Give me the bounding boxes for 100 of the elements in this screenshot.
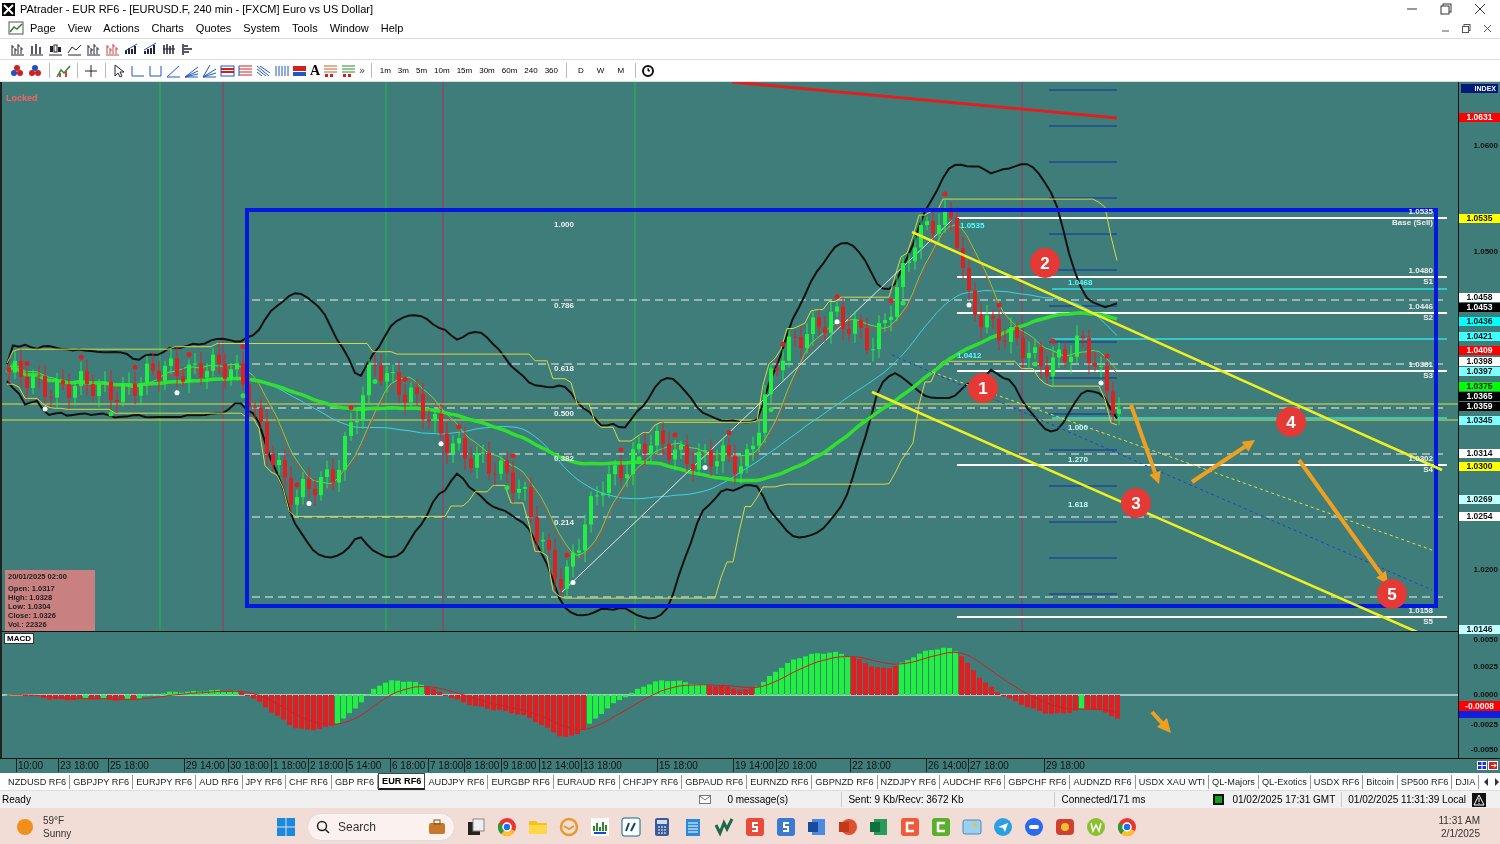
messenger-icon[interactable] — [993, 817, 1013, 837]
exit-icon[interactable] — [1488, 761, 1498, 770]
menu-item[interactable]: Quotes — [189, 22, 238, 34]
shapes-icon[interactable] — [28, 63, 43, 78]
maximize-icon[interactable] — [1440, 3, 1452, 15]
symbol-tab[interactable]: QL-Majors — [1209, 774, 1259, 789]
timeframe-button[interactable]: 60m — [499, 66, 520, 75]
crosshair-icon[interactable] — [84, 63, 99, 78]
menu-item[interactable]: Page — [24, 22, 62, 34]
symbol-tab[interactable]: AUDNZD RF6 — [1070, 774, 1136, 789]
symbol-tab[interactable]: EUR RF6 — [378, 773, 426, 790]
document-icon[interactable] — [807, 817, 827, 837]
timeframe-button[interactable]: 360 — [542, 66, 561, 75]
level-lines-icon[interactable] — [341, 63, 357, 78]
menu-item[interactable]: View — [61, 22, 98, 34]
timeframe-button[interactable]: 5m — [413, 66, 430, 75]
symbol-tab[interactable]: AUDJPY RF6 — [425, 774, 489, 789]
presentation-icon[interactable] — [838, 817, 858, 837]
search-field[interactable]: Search — [307, 813, 455, 841]
close-icon[interactable] — [1474, 3, 1486, 15]
app-icon[interactable] — [776, 817, 796, 837]
fibonacci-label: 0.618 — [554, 364, 575, 373]
level-lines-icon[interactable] — [323, 63, 339, 78]
spreadsheet-icon[interactable] — [869, 817, 889, 837]
candlestick-icon[interactable] — [48, 42, 63, 56]
symbol-tab[interactable]: GBPAUD RF6 — [682, 774, 748, 789]
symbol-tab[interactable]: CHF RF6 — [286, 774, 332, 789]
timeframe-button[interactable]: 1m — [377, 66, 393, 75]
diagonal-lines-icon[interactable] — [256, 63, 271, 78]
clock-icon[interactable] — [642, 64, 655, 77]
notepad-icon[interactable] — [683, 817, 703, 837]
fibonacci-icon[interactable] — [220, 63, 235, 78]
text-tool[interactable]: A — [310, 63, 321, 78]
symbol-tab[interactable]: USDX RF6 — [1310, 774, 1364, 789]
browser-icon[interactable] — [497, 817, 517, 837]
chart-app-icon[interactable] — [714, 817, 734, 837]
symbol-tab[interactable]: GBPJPY RF6 — [70, 774, 134, 789]
more-button[interactable]: » — [359, 65, 365, 76]
symbol-tab[interactable]: EURAUD RF6 — [553, 774, 620, 789]
menu-item[interactable]: Help — [374, 22, 410, 34]
chart-window-icon[interactable] — [8, 21, 24, 35]
restore-icon[interactable] — [1462, 23, 1471, 33]
symbol-tab[interactable]: SP500 RF6 — [1397, 774, 1453, 789]
grid-icon[interactable] — [1477, 761, 1487, 770]
symbol-tab[interactable]: NZDJPY RF6 — [877, 774, 941, 789]
app-icon[interactable] — [621, 817, 641, 837]
symbol-tab[interactable]: AUD RF6 — [196, 774, 243, 789]
symbol-tab[interactable]: USDX XAU WTI — [1135, 774, 1209, 789]
timeframe-button[interactable]: 240 — [522, 66, 540, 75]
browser-icon[interactable] — [1117, 817, 1137, 837]
cursor-icon[interactable] — [112, 63, 127, 78]
symbol-tab[interactable]: AUDCHF RF6 — [940, 774, 1006, 789]
timeframe-button[interactable]: 3m — [395, 66, 411, 75]
windows-icon[interactable] — [276, 817, 296, 837]
time-label: 26 14:00 — [926, 759, 967, 772]
symbol-tab[interactable]: CHFJPY RF6 — [619, 774, 683, 789]
symbol-tab[interactable]: EURGBP RF6 — [488, 774, 554, 789]
symbol-tab[interactable]: JPY RF6 — [242, 774, 287, 789]
rectangle-tool-icon[interactable] — [292, 63, 307, 78]
warning-icon[interactable] — [1472, 792, 1486, 807]
period-button[interactable]: W — [591, 66, 610, 75]
timeframe-button[interactable]: 15m — [454, 66, 475, 75]
fan-lines-icon[interactable] — [202, 63, 217, 78]
time-label: 20 18:00 — [776, 759, 817, 772]
symbol-tab[interactable]: Bitcoin — [1363, 774, 1398, 789]
symbol-tab[interactable]: DJIA — [1452, 774, 1480, 789]
bar-chart-icon[interactable] — [86, 42, 101, 56]
period-button[interactable]: D — [573, 66, 589, 75]
symbol-tab[interactable]: GBPNZD RF6 — [812, 774, 878, 789]
line-chart-icon[interactable] — [67, 42, 82, 56]
period-button[interactable]: M — [612, 66, 630, 75]
timeframe-button[interactable]: 10m — [432, 66, 452, 75]
bar-chart-icon[interactable] — [162, 42, 177, 56]
symbol-tab[interactable]: EURNZD RF6 — [747, 774, 813, 789]
indicator-chart-icon[interactable] — [56, 63, 71, 78]
menu-item[interactable]: Window — [323, 22, 375, 34]
scroll-left-icon[interactable] — [1483, 777, 1490, 786]
trend-chart-icon[interactable] — [124, 42, 139, 56]
menu-item[interactable]: Actions — [97, 22, 146, 34]
window-icon[interactable] — [466, 817, 486, 837]
menu-item[interactable]: Tools — [286, 22, 324, 34]
video-call-icon[interactable] — [1024, 817, 1044, 837]
chart-app-icon[interactable] — [590, 817, 610, 837]
calculator-icon[interactable] — [652, 817, 672, 837]
trend-chart-icon[interactable] — [143, 42, 158, 56]
symbol-tab[interactable]: EURJPY RF6 — [133, 774, 197, 789]
symbol-tab[interactable]: QL-Exotics — [1258, 774, 1311, 789]
bar-chart-icon[interactable] — [10, 42, 25, 56]
menu-item[interactable]: System — [237, 22, 286, 34]
menu-item[interactable]: Charts — [145, 22, 190, 34]
bar-chart-icon[interactable] — [29, 42, 44, 56]
trend-line-icon[interactable] — [166, 63, 181, 78]
shapes-icon[interactable] — [10, 63, 25, 78]
close-icon[interactable] — [1483, 23, 1492, 33]
scroll-right-icon[interactable] — [1494, 777, 1500, 786]
temperature: 59°F — [43, 814, 66, 827]
fibonacci-icon[interactable] — [238, 63, 253, 78]
symbol-tab[interactable]: NZDUSD RF6 — [5, 774, 71, 789]
timeframe-button[interactable]: 30m — [477, 66, 497, 75]
symbol-tab[interactable]: GBPCHF RF6 — [1005, 774, 1071, 789]
